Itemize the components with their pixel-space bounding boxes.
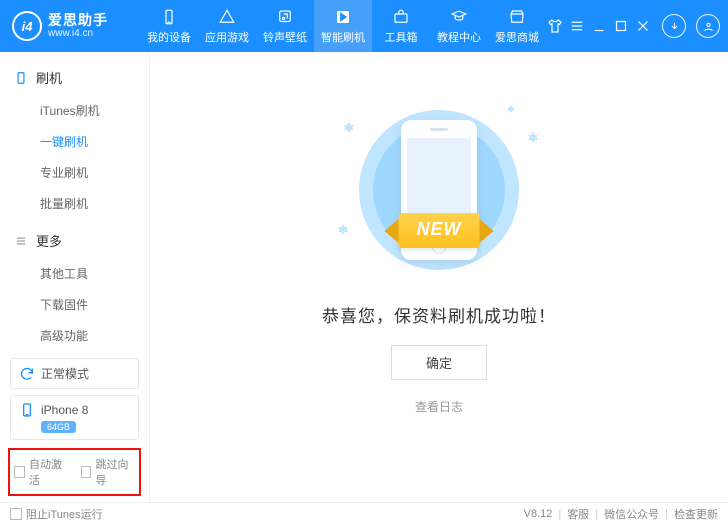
list-icon (14, 234, 28, 248)
footer-link-support[interactable]: 客服 (567, 506, 589, 522)
version-label: V8.12 (524, 508, 553, 520)
phone-icon (14, 71, 28, 85)
nav-label: 工具箱 (385, 29, 418, 45)
download-button[interactable] (662, 14, 686, 38)
checkbox-label: 跳过向导 (95, 456, 135, 488)
block-itunes-checkbox[interactable]: 阻止iTunes运行 (10, 506, 103, 522)
checkbox-icon (14, 466, 25, 478)
device-card[interactable]: iPhone 8 64GB (10, 395, 139, 440)
checkbox-label: 阻止iTunes运行 (26, 506, 103, 522)
nav-flash[interactable]: 智能刷机 (314, 0, 372, 52)
titlebar: i4 爱思助手 www.i4.cn 我的设备 应用游戏 铃声壁纸 智能刷机 工具… (0, 0, 728, 52)
view-log-link[interactable]: 查看日志 (415, 398, 463, 415)
top-nav: 我的设备 应用游戏 铃声壁纸 智能刷机 工具箱 教程中心 爱思商城 (140, 0, 546, 52)
nav-label: 铃声壁纸 (263, 29, 307, 45)
footer-link-wechat[interactable]: 微信公众号 (604, 506, 659, 522)
sidebar-item-itunes-flash[interactable]: iTunes刷机 (0, 95, 149, 126)
tutorial-icon (450, 8, 468, 26)
nav-my-device[interactable]: 我的设备 (140, 0, 198, 52)
sidebar-item-advanced[interactable]: 高级功能 (0, 320, 149, 351)
highlighted-options: 自动激活 跳过向导 (8, 448, 141, 496)
nav-toolbox[interactable]: 工具箱 (372, 0, 430, 52)
success-illustration: NEW (334, 102, 544, 272)
device-icon (160, 8, 178, 26)
nav-tutorial[interactable]: 教程中心 (430, 0, 488, 52)
flash-icon (334, 8, 352, 26)
nav-label: 教程中心 (437, 29, 481, 45)
nav-store[interactable]: 爱思商城 (488, 0, 546, 52)
sidebar-item-other-tools[interactable]: 其他工具 (0, 258, 149, 289)
apps-icon (218, 8, 236, 26)
logo-icon: i4 (12, 11, 42, 41)
sidebar-group-more[interactable]: 更多 (0, 225, 149, 258)
ok-button[interactable]: 确定 (391, 345, 487, 380)
skin-icon[interactable] (546, 17, 564, 35)
window-controls (546, 14, 728, 38)
nav-apps[interactable]: 应用游戏 (198, 0, 256, 52)
nav-label: 应用游戏 (205, 29, 249, 45)
nav-label: 智能刷机 (321, 29, 365, 45)
sidebar-item-oneclick-flash[interactable]: 一键刷机 (0, 126, 149, 157)
nav-label: 我的设备 (147, 29, 191, 45)
sidebar: 刷机 iTunes刷机 一键刷机 专业刷机 批量刷机 更多 其他工具 下载固件 … (0, 52, 150, 502)
new-ribbon: NEW (399, 213, 480, 248)
sidebar-group-flash[interactable]: 刷机 (0, 62, 149, 95)
sidebar-item-download-fw[interactable]: 下载固件 (0, 289, 149, 320)
main-content: NEW 恭喜您，保资料刷机成功啦！ 确定 查看日志 (150, 52, 728, 502)
store-icon (508, 8, 526, 26)
skip-guide-checkbox[interactable]: 跳过向导 (81, 456, 136, 488)
app-url: www.i4.cn (48, 28, 108, 39)
close-icon[interactable] (634, 17, 652, 35)
minimize-icon[interactable] (590, 17, 608, 35)
refresh-icon (19, 366, 35, 382)
music-icon (276, 8, 294, 26)
checkbox-icon (81, 466, 92, 478)
auto-activate-checkbox[interactable]: 自动激活 (14, 456, 69, 488)
sidebar-item-batch-flash[interactable]: 批量刷机 (0, 188, 149, 219)
app-name: 爱思助手 (48, 13, 108, 28)
footer-link-update[interactable]: 检查更新 (674, 506, 718, 522)
checkbox-label: 自动激活 (29, 456, 69, 488)
sidebar-group-title: 刷机 (36, 68, 62, 87)
storage-badge: 64GB (41, 421, 76, 433)
device-mode-label: 正常模式 (41, 365, 89, 382)
user-button[interactable] (696, 14, 720, 38)
checkbox-icon (10, 508, 22, 520)
success-message: 恭喜您，保资料刷机成功啦！ (322, 302, 556, 327)
app-logo[interactable]: i4 爱思助手 www.i4.cn (0, 11, 140, 41)
menu-icon[interactable] (568, 17, 586, 35)
nav-label: 爱思商城 (495, 29, 539, 45)
device-name: iPhone 8 (41, 403, 88, 417)
iphone-icon (19, 402, 35, 418)
device-mode[interactable]: 正常模式 (10, 358, 139, 389)
maximize-icon[interactable] (612, 17, 630, 35)
sidebar-item-pro-flash[interactable]: 专业刷机 (0, 157, 149, 188)
nav-ringtone[interactable]: 铃声壁纸 (256, 0, 314, 52)
status-bar: 阻止iTunes运行 V8.12 | 客服 | 微信公众号 | 检查更新 (0, 502, 728, 524)
sidebar-group-title: 更多 (36, 231, 62, 250)
toolbox-icon (392, 8, 410, 26)
